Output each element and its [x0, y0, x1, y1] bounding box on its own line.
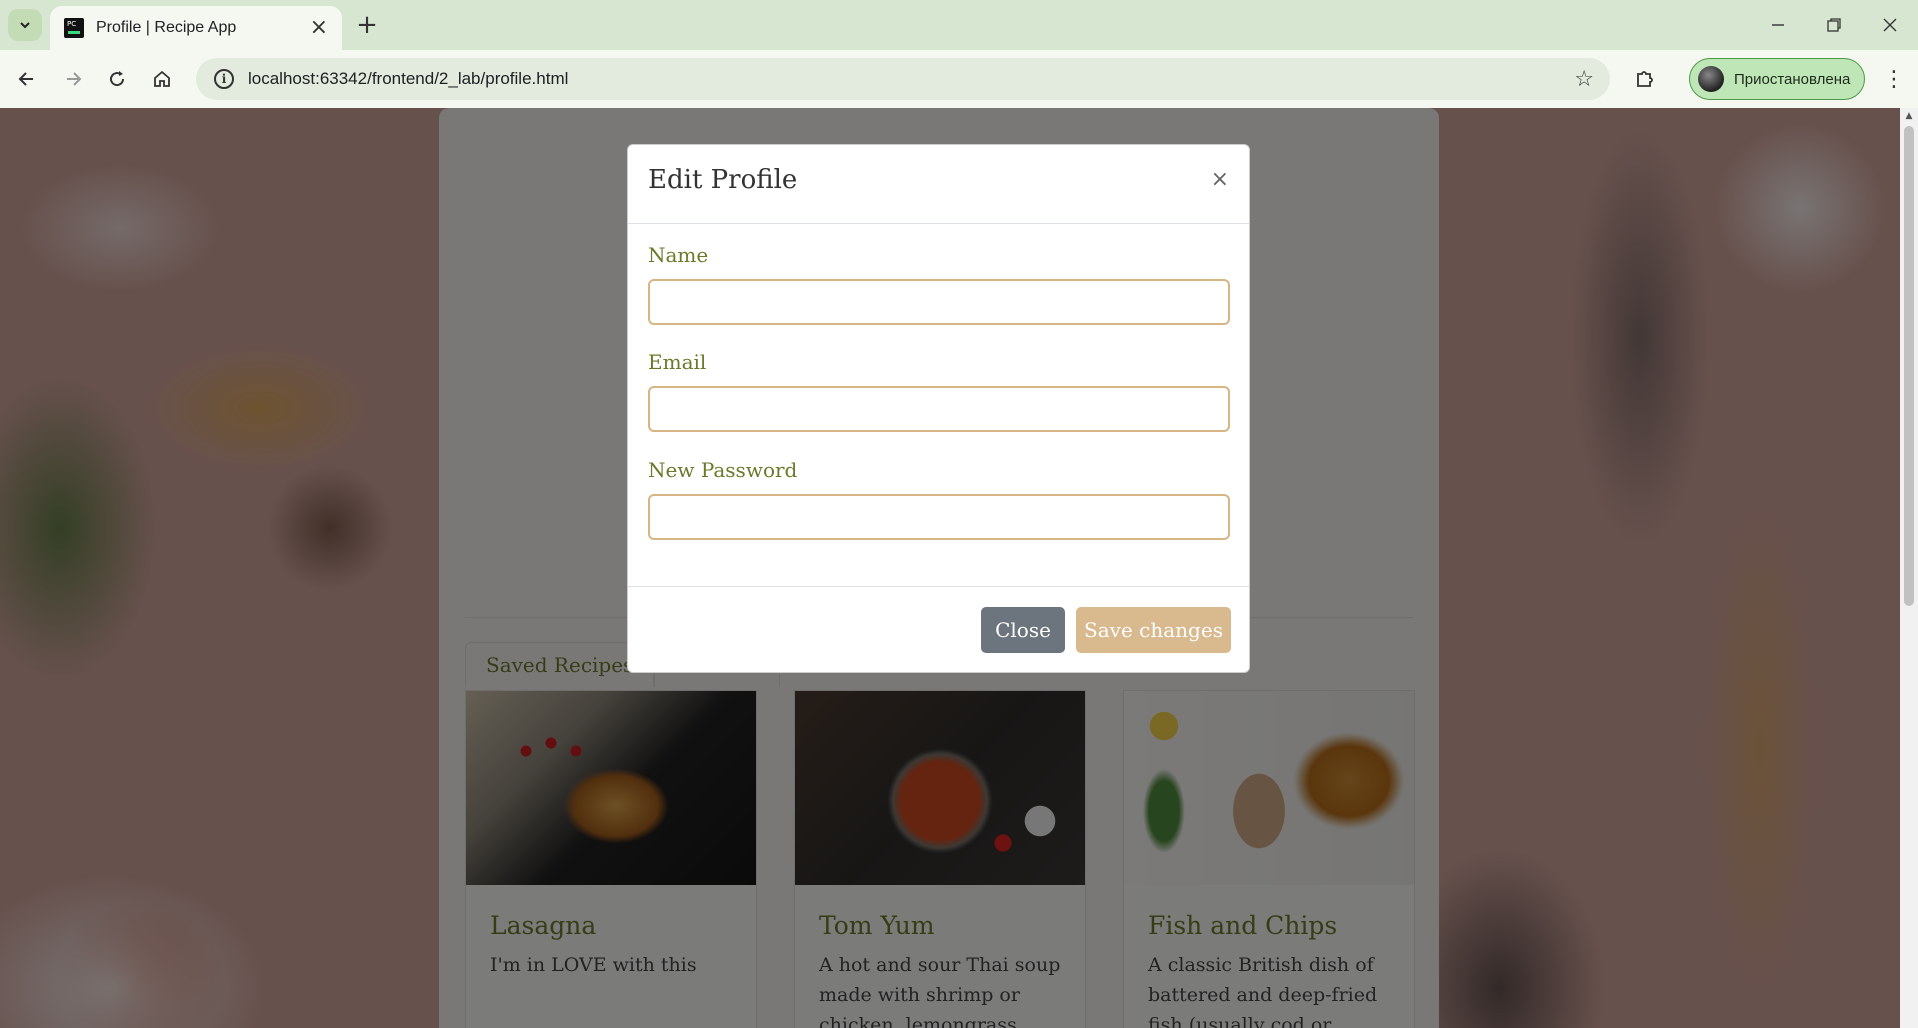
scrollbar-thumb[interactable]: [1904, 126, 1914, 606]
page-scrollbar[interactable]: ▲: [1900, 108, 1918, 1028]
info-icon[interactable]: i: [214, 69, 234, 89]
chevron-down-icon: [20, 22, 30, 29]
plus-icon[interactable]: +: [352, 10, 382, 40]
url-text[interactable]: localhost:63342/frontend/2_lab/profile.h…: [248, 69, 1574, 89]
kebab-icon[interactable]: ⋮: [1880, 62, 1908, 96]
modal-footer: Close Save changes: [628, 586, 1249, 673]
restore-icon[interactable]: [1814, 8, 1854, 42]
edit-profile-modal: Edit Profile × Name Email New Password C…: [627, 144, 1250, 673]
email-field[interactable]: [648, 386, 1230, 432]
browser-tab-active[interactable]: PC Profile | Recipe App ×: [50, 6, 342, 50]
arrow-left-icon[interactable]: [10, 62, 44, 96]
tab-title: Profile | Recipe App: [96, 19, 237, 36]
save-changes-button[interactable]: Save changes: [1076, 607, 1231, 653]
app-favicon-icon: PC: [64, 18, 84, 38]
close-button[interactable]: Close: [981, 607, 1065, 653]
close-window-icon[interactable]: [1870, 8, 1910, 42]
minimize-icon[interactable]: [1758, 8, 1798, 42]
name-label: Name: [648, 243, 709, 267]
avatar: [1698, 66, 1724, 92]
close-icon[interactable]: ×: [310, 17, 328, 39]
new-password-label: New Password: [648, 458, 798, 482]
name-field[interactable]: [648, 279, 1230, 325]
profile-status-label: Приостановлена: [1734, 70, 1851, 88]
browser-tab-strip: PC Profile | Recipe App × +: [0, 0, 1918, 50]
browser-toolbar: i localhost:63342/frontend/2_lab/profile…: [0, 50, 1918, 108]
new-password-field[interactable]: [648, 494, 1230, 540]
scroll-up-icon[interactable]: ▲: [1900, 108, 1918, 124]
address-bar[interactable]: i localhost:63342/frontend/2_lab/profile…: [196, 58, 1610, 100]
modal-title: Edit Profile: [648, 165, 798, 195]
profile-button[interactable]: Приостановлена: [1689, 58, 1865, 100]
email-label: Email: [648, 350, 707, 374]
reload-icon[interactable]: [100, 62, 134, 96]
close-icon[interactable]: ×: [1211, 167, 1229, 192]
home-icon[interactable]: [145, 62, 179, 96]
puzzle-icon[interactable]: [1628, 62, 1662, 96]
arrow-right-icon[interactable]: [56, 62, 90, 96]
tab-search-button[interactable]: [8, 9, 42, 41]
modal-header: Edit Profile ×: [628, 145, 1249, 224]
page-viewport: Saved Recipes Lasagna I'm in LOVE with t…: [0, 108, 1918, 1028]
star-icon[interactable]: ☆: [1574, 67, 1594, 92]
